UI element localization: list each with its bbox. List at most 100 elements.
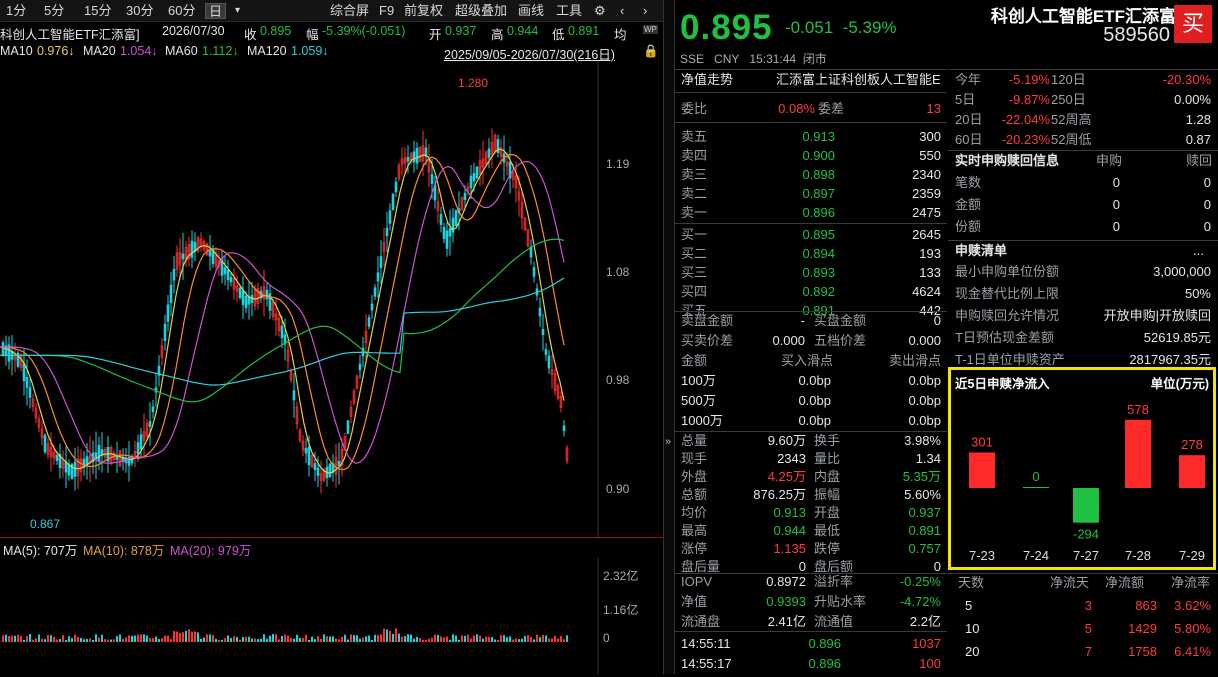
candle-body	[430, 174, 434, 184]
volume-bar	[194, 631, 196, 642]
volume-bar	[518, 639, 520, 642]
volume-bar	[44, 639, 46, 642]
volume-bar	[143, 634, 145, 642]
ma20-label: MA20	[83, 44, 116, 58]
volume-bar	[290, 637, 292, 642]
sell-amount-value: -	[800, 313, 805, 328]
candle-body	[373, 287, 377, 297]
bid-ask-spread-label: 买卖价差	[681, 333, 734, 348]
volume-bar	[17, 634, 19, 642]
volume-bar	[218, 639, 220, 642]
menu-overlay[interactable]: 超级叠加	[455, 3, 507, 19]
inflow-value-label: 301	[971, 434, 993, 449]
candle-body	[439, 214, 443, 225]
volume-bar	[293, 638, 295, 642]
stat-value: 1.34	[915, 451, 941, 466]
nav-fund-name: 汇添富上证科创板人工智能E	[776, 72, 940, 87]
chevron-left-icon[interactable]: ‹	[620, 3, 624, 19]
collapse-icon[interactable]: »	[665, 436, 671, 448]
sub-row-purchase: 0	[1112, 219, 1120, 234]
buy-amount-label: 买盘金额	[814, 313, 867, 328]
volume-bar	[26, 636, 28, 642]
vol-y-tick: 0	[603, 631, 610, 645]
list-row-label: 最小申购单位份额	[955, 264, 1060, 279]
volume-bar	[119, 634, 121, 642]
lock-icon[interactable]: 🔒	[643, 44, 659, 59]
wp-icon[interactable]: WP	[643, 25, 658, 34]
volume-bar	[476, 634, 478, 642]
iopv-label: 净值	[681, 594, 708, 609]
chevron-right-icon[interactable]: ›	[643, 3, 647, 19]
candle-body	[547, 355, 551, 369]
vol-ma10: MA(10): 878万	[83, 544, 165, 558]
menu-adjust[interactable]: 前复权	[404, 3, 443, 19]
inflow-date-label: 7-24	[1023, 548, 1049, 563]
ma60-value: 1.112↓	[202, 44, 239, 58]
period-5min[interactable]: 5分	[44, 3, 64, 19]
volume-bar	[341, 637, 343, 642]
netflow-header: 天数	[958, 575, 985, 590]
volume-bar	[254, 638, 256, 642]
menu-draw[interactable]: 画线	[518, 3, 544, 19]
moving-average-line	[0, 148, 565, 474]
volume-bar	[452, 634, 454, 642]
stat-label: 均价	[681, 505, 708, 520]
amp-value: -5.39%(-0.051)	[322, 24, 406, 38]
stat-value: 0.913	[773, 505, 806, 520]
candle-body	[265, 289, 269, 300]
candle-body	[445, 230, 449, 249]
gear-icon[interactable]: ⚙	[594, 3, 606, 19]
netflow-rate: 3.62%	[1174, 598, 1211, 613]
menu-tools[interactable]: 工具	[556, 3, 582, 19]
period-day[interactable]: 日	[205, 3, 227, 19]
period-dropdown-icon[interactable]: ▾	[235, 3, 240, 19]
volume-chart[interactable]: 2.32亿 1.16亿 0	[0, 558, 663, 674]
candle-body	[388, 210, 392, 224]
candle-body	[151, 406, 155, 412]
candle-body	[163, 323, 167, 341]
volume-bar	[365, 636, 367, 642]
sub-row-label: 份额	[955, 219, 982, 234]
candle-body	[475, 166, 479, 179]
slip-header-buy: 买入滑点	[781, 353, 834, 368]
date-range[interactable]: 2025/09/05-2026/07/30(216日)	[444, 44, 615, 63]
panel-divider[interactable]: »	[663, 0, 675, 674]
book-level-label: 买四	[681, 284, 708, 299]
candle-body	[1, 342, 5, 355]
volume-bar	[494, 639, 496, 642]
volume-bar	[404, 636, 406, 642]
stat-label: 外盘	[681, 469, 708, 484]
volume-bar	[263, 634, 265, 642]
slip-sell: 0.0bp	[908, 373, 941, 388]
volume-bar	[431, 637, 433, 642]
candlestick-chart[interactable]: 1.19 1.08 0.98 0.90 1.280 0.867	[0, 62, 663, 537]
period-1min[interactable]: 1分	[6, 3, 26, 19]
volume-bar	[347, 639, 349, 642]
stat-value: 0.937	[908, 505, 941, 520]
stat-value: 0.944	[773, 523, 806, 538]
buy-button[interactable]: 买	[1174, 5, 1212, 43]
inflow-date-label: 7-28	[1125, 548, 1151, 563]
volume-bar	[491, 637, 493, 642]
volume-bar	[488, 636, 490, 642]
period-60min[interactable]: 60分	[168, 3, 195, 19]
menu-f9[interactable]: F9	[379, 3, 394, 19]
more-icon[interactable]: ...	[1193, 241, 1204, 260]
stat-label: 总额	[681, 487, 708, 502]
period-15min[interactable]: 15分	[84, 3, 111, 19]
ma120-value: 1.059↓	[291, 44, 329, 58]
list-row-value: 52619.85元	[1143, 330, 1211, 345]
divider-line	[675, 92, 947, 93]
price-change: -0.051 -5.39%	[785, 18, 897, 38]
candle-body	[136, 442, 140, 454]
sub-row-redeem: 0	[1203, 219, 1211, 234]
menu-overview[interactable]: 综合屏	[330, 3, 369, 19]
period-value: 0.00%	[1174, 92, 1211, 107]
book-price: 0.894	[802, 246, 835, 261]
period-30min[interactable]: 30分	[126, 3, 153, 19]
tick-time: 14:55:11	[681, 636, 731, 651]
candle-body	[22, 363, 26, 382]
volume-bar	[230, 638, 232, 642]
volume-bar	[371, 639, 373, 642]
nav-trend-link[interactable]: 净值走势	[681, 70, 733, 89]
